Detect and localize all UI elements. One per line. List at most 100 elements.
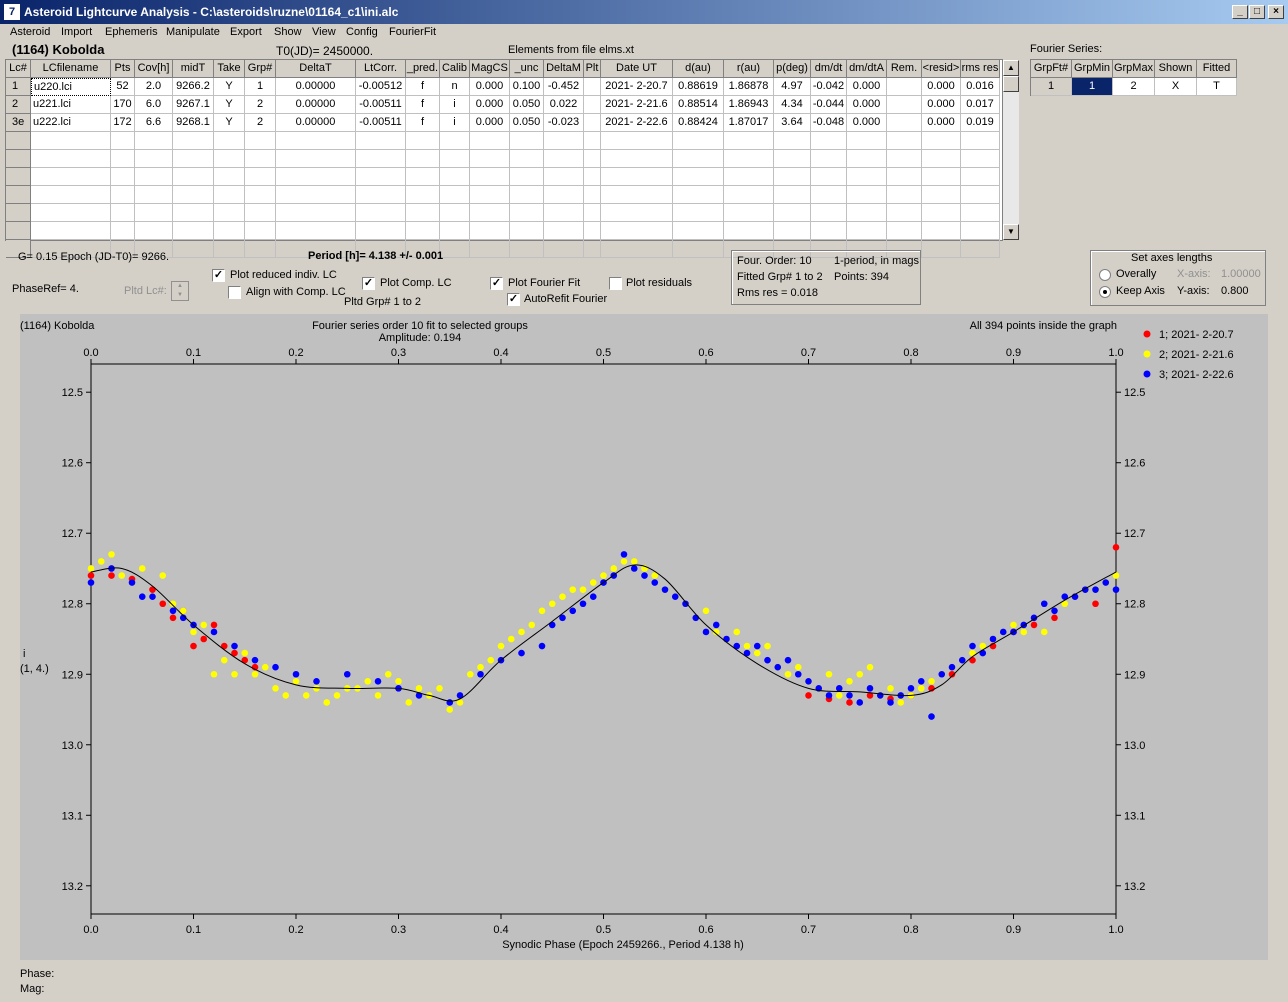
lc-table-cell[interactable]: 0.000 xyxy=(922,96,961,114)
lc-table-cell[interactable] xyxy=(847,168,887,186)
lc-table-cell[interactable] xyxy=(245,204,276,222)
lc-table-cell[interactable] xyxy=(245,150,276,168)
lc-col-header-4[interactable]: midT xyxy=(173,60,214,78)
lc-table-cell[interactable] xyxy=(544,240,584,258)
lc-table-cell[interactable]: 0.00000 xyxy=(276,96,356,114)
lc-table-cell[interactable]: 0.017 xyxy=(961,96,1000,114)
lc-table-cell[interactable] xyxy=(584,222,601,240)
lc-row-header[interactable] xyxy=(6,132,31,150)
lc-table-cell[interactable] xyxy=(774,132,811,150)
lc-table-cell[interactable] xyxy=(406,168,440,186)
lc-table-cell[interactable] xyxy=(406,132,440,150)
lc-table-cell[interactable] xyxy=(584,204,601,222)
lc-table-cell[interactable]: 4.34 xyxy=(774,96,811,114)
lc-table-cell[interactable] xyxy=(356,186,406,204)
lc-table-cell[interactable] xyxy=(111,132,135,150)
lc-table-cell[interactable] xyxy=(111,222,135,240)
lc-table-cell[interactable] xyxy=(544,222,584,240)
lc-table-cell[interactable]: 0.000 xyxy=(847,96,887,114)
lc-table-cell[interactable] xyxy=(673,222,724,240)
lc-table-cell[interactable] xyxy=(173,240,214,258)
lc-table-cell[interactable] xyxy=(601,186,673,204)
maximize-button[interactable]: □ xyxy=(1249,5,1265,19)
lc-table-cell[interactable] xyxy=(111,168,135,186)
lc-table-cell[interactable] xyxy=(276,222,356,240)
lc-table-cell[interactable] xyxy=(584,186,601,204)
lc-table-cell[interactable] xyxy=(406,186,440,204)
table-scrollbar[interactable]: ▲ ▼ xyxy=(1003,60,1019,240)
lc-table-cell[interactable] xyxy=(31,150,111,168)
title-bar[interactable]: 7 Asteroid Lightcurve Analysis - C:\aste… xyxy=(0,0,1288,24)
lc-col-header-23[interactable]: rms res xyxy=(961,60,1000,78)
lc-table-cell[interactable]: 0.050 xyxy=(510,96,544,114)
lc-table-cell[interactable] xyxy=(922,150,961,168)
lc-table-cell[interactable] xyxy=(922,168,961,186)
lightcurve-chart[interactable]: (1164) Kobolda Fourier series order 10 fi… xyxy=(20,314,1268,960)
lc-table-cell[interactable] xyxy=(811,168,847,186)
lc-table-cell[interactable] xyxy=(961,150,1000,168)
lc-row-header[interactable] xyxy=(6,204,31,222)
fourier-table-cell[interactable]: 1 xyxy=(1031,78,1072,96)
lc-table-cell[interactable] xyxy=(440,222,470,240)
lc-table-cell[interactable] xyxy=(544,168,584,186)
keep-axis-radio[interactable] xyxy=(1099,286,1111,298)
lc-table-cell[interactable] xyxy=(673,186,724,204)
lc-col-header-20[interactable]: dm/dtA xyxy=(847,60,887,78)
lc-table-cell[interactable]: 0.00000 xyxy=(276,114,356,132)
lc-row-header[interactable] xyxy=(6,186,31,204)
lc-table-cell[interactable] xyxy=(276,168,356,186)
lc-table-cell[interactable] xyxy=(673,150,724,168)
lc-table-cell[interactable] xyxy=(774,150,811,168)
lc-col-header-8[interactable]: LtCorr. xyxy=(356,60,406,78)
pltd-lc-spinner[interactable]: ▲ ▼ xyxy=(171,281,189,301)
lc-row-header[interactable] xyxy=(6,168,31,186)
lc-table-cell[interactable] xyxy=(847,132,887,150)
lc-table-cell[interactable] xyxy=(510,150,544,168)
lc-table-cell[interactable]: f xyxy=(406,96,440,114)
fourier-col-header-2[interactable]: GrpMax xyxy=(1113,60,1155,78)
lc-col-header-3[interactable]: Cov[h] xyxy=(135,60,173,78)
lc-table-cell[interactable] xyxy=(173,150,214,168)
lc-table-cell[interactable] xyxy=(887,150,922,168)
menu-view[interactable]: View xyxy=(312,26,336,38)
lc-table-cell[interactable]: 0.00000 xyxy=(276,78,356,96)
plot-reduced-checkbox[interactable]: ✓ xyxy=(212,269,225,282)
lc-table-cell[interactable]: 2 xyxy=(245,114,276,132)
lc-col-header-22[interactable]: <resid> xyxy=(922,60,961,78)
lc-table-cell[interactable] xyxy=(440,150,470,168)
lc-table-cell[interactable] xyxy=(276,204,356,222)
lc-table-cell[interactable] xyxy=(173,204,214,222)
lc-table-cell[interactable]: 0.016 xyxy=(961,78,1000,96)
lc-table-cell[interactable] xyxy=(470,186,510,204)
lc-table-cell[interactable] xyxy=(510,168,544,186)
lc-table-cell[interactable] xyxy=(724,168,774,186)
lc-table-cell[interactable]: -0.452 xyxy=(544,78,584,96)
lc-table-cell[interactable] xyxy=(214,204,245,222)
lc-table-cell[interactable]: 0.000 xyxy=(922,114,961,132)
lc-table-cell[interactable] xyxy=(922,186,961,204)
lc-col-header-11[interactable]: MagCS xyxy=(470,60,510,78)
lc-table-cell[interactable] xyxy=(961,222,1000,240)
lc-table-cell[interactable]: 2021- 2-21.6 xyxy=(601,96,673,114)
plot-panel[interactable]: (1164) Kobolda Fourier series order 10 fi… xyxy=(20,314,1268,960)
lc-table-cell[interactable] xyxy=(961,132,1000,150)
fourier-table-cell[interactable]: 1 xyxy=(1072,78,1113,96)
lc-table-cell[interactable] xyxy=(601,132,673,150)
lc-table-cell[interactable] xyxy=(811,186,847,204)
lc-row-header[interactable]: 2 xyxy=(6,96,31,114)
lc-table-cell[interactable] xyxy=(173,132,214,150)
yaxis-value[interactable]: 0.800 xyxy=(1221,285,1249,297)
menu-ephemeris[interactable]: Ephemeris xyxy=(105,26,158,38)
lc-table-cell[interactable]: 0.019 xyxy=(961,114,1000,132)
plot-fourier-checkbox[interactable]: ✓ xyxy=(490,277,503,290)
lc-table-cell[interactable] xyxy=(584,114,601,132)
fourier-table-cell[interactable]: 2 xyxy=(1113,78,1155,96)
lc-table-cell[interactable]: -0.044 xyxy=(811,96,847,114)
lc-table-cell[interactable]: 0.000 xyxy=(470,114,510,132)
lc-table-cell[interactable] xyxy=(245,186,276,204)
lc-col-header-12[interactable]: _unc xyxy=(510,60,544,78)
lc-table-cell[interactable]: 0.000 xyxy=(847,78,887,96)
lc-table-cell[interactable]: 0.000 xyxy=(922,78,961,96)
lc-table-cell[interactable] xyxy=(847,186,887,204)
lc-col-header-15[interactable]: Date UT xyxy=(601,60,673,78)
